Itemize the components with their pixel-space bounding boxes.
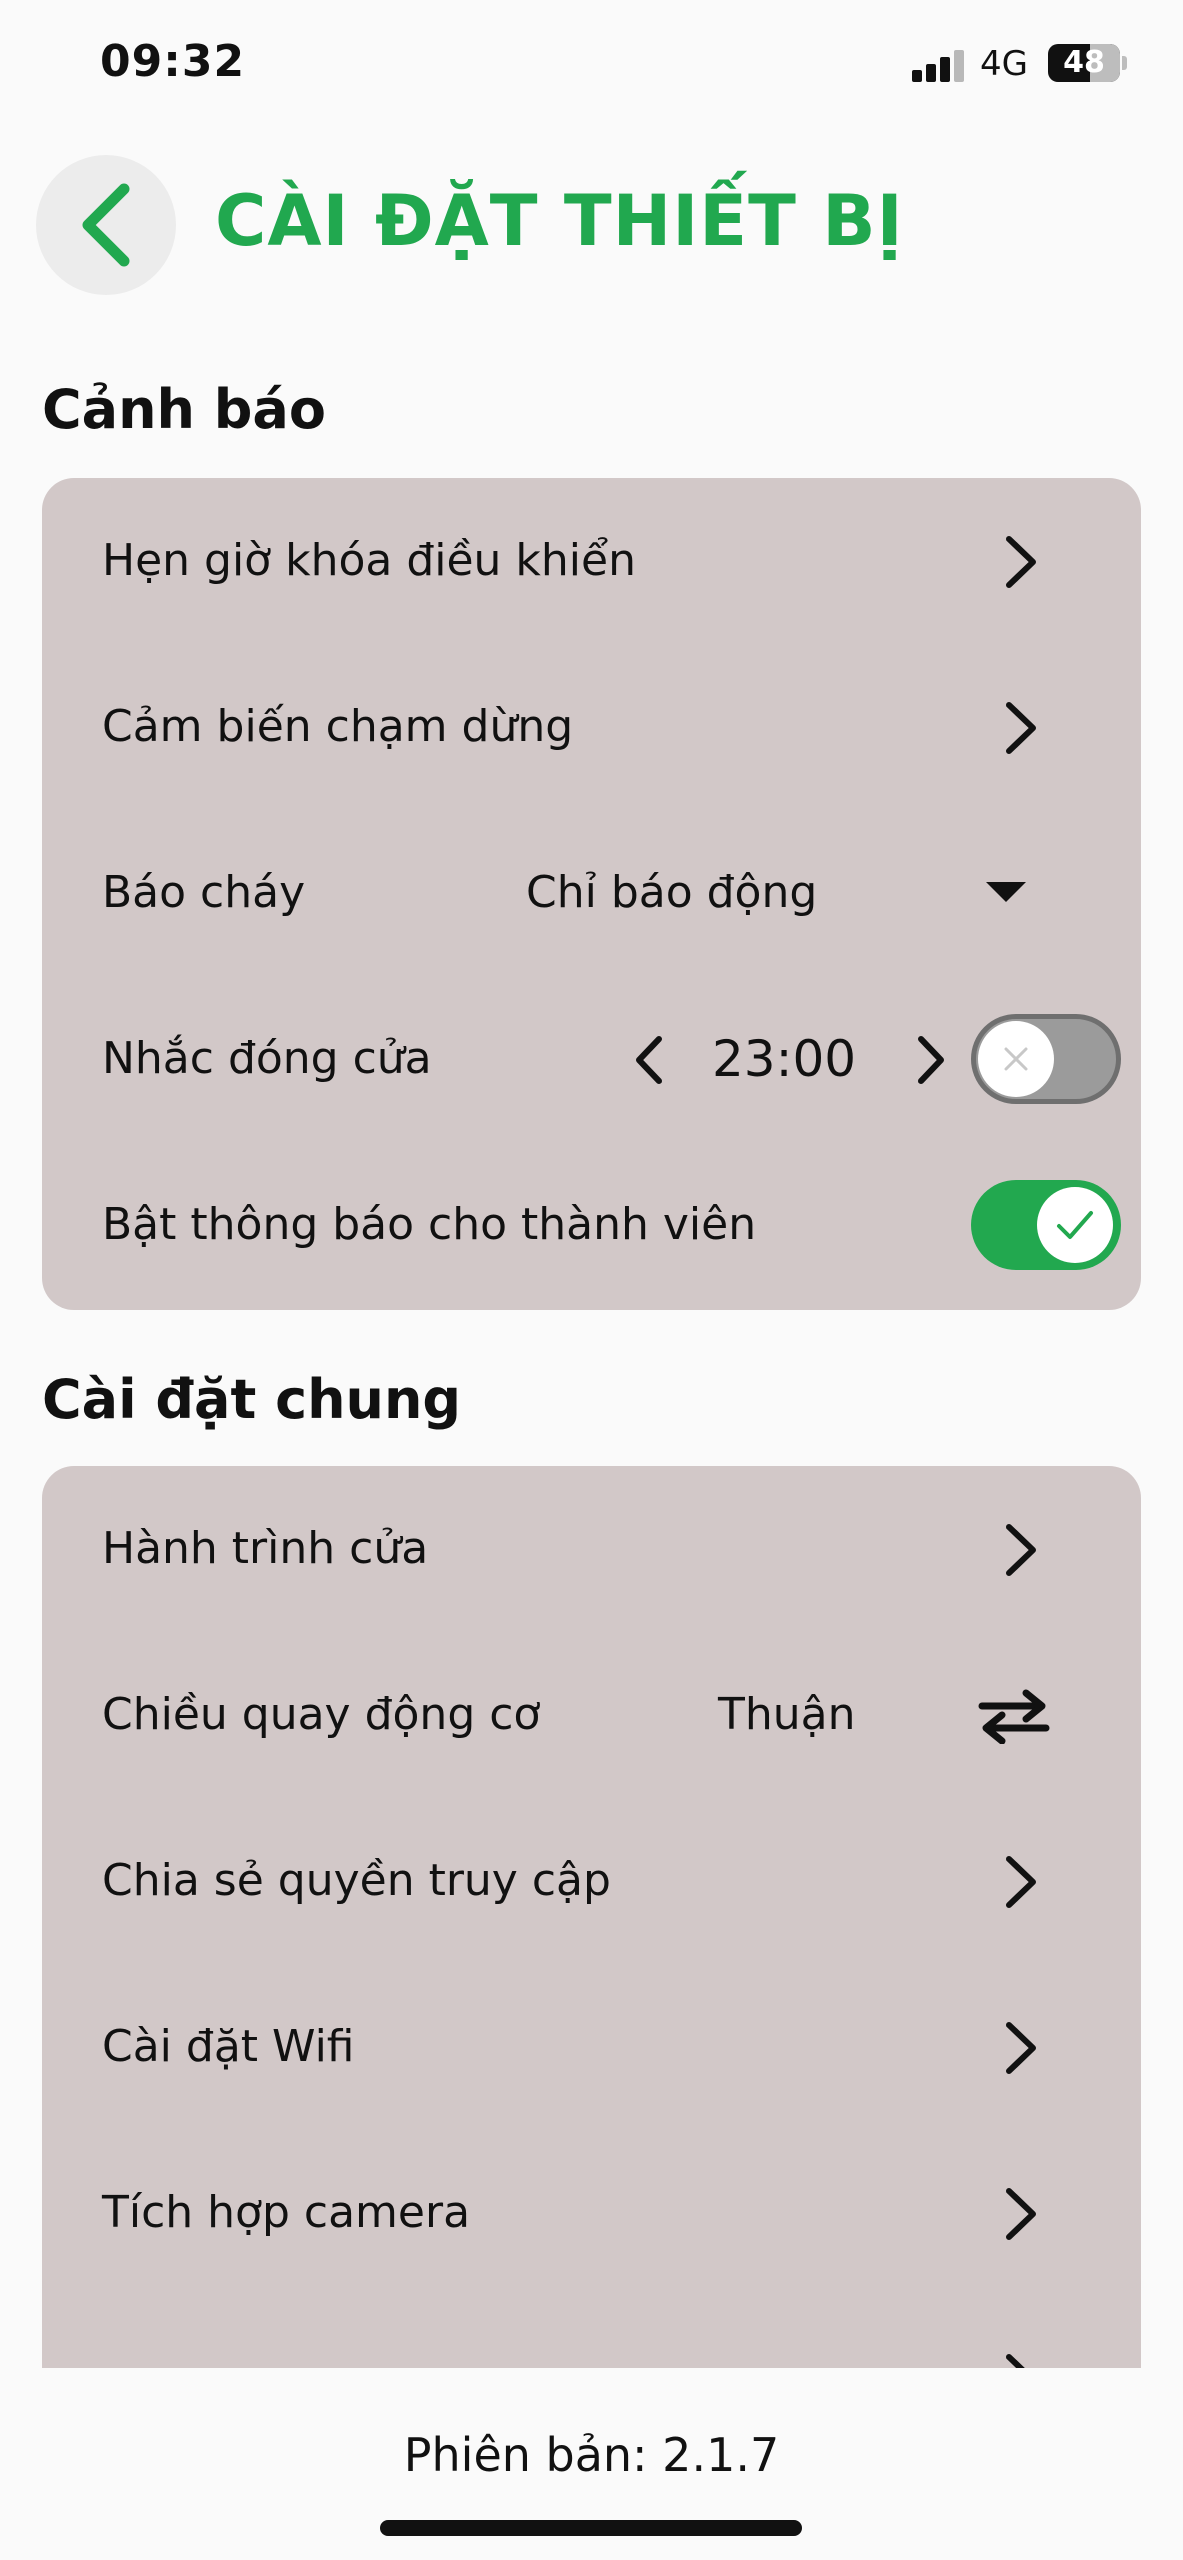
status-time: 09:32 (100, 36, 246, 87)
chevron-right-icon (1006, 536, 1036, 588)
close-icon (1004, 1047, 1028, 1071)
toggle-knob (978, 1021, 1054, 1097)
row-label: Hành trình cửa (102, 1523, 429, 1574)
row-fire-alarm: Báo cháy Chỉ báo động (42, 810, 1141, 976)
row-label: Hẹn giờ khóa điều khiển (102, 535, 636, 586)
time-increase-chevron-icon[interactable] (914, 1034, 948, 1086)
battery-level: 48 (1063, 45, 1105, 80)
check-icon (1057, 1211, 1093, 1239)
chevron-left-icon (82, 183, 130, 267)
section-title-general: Cài đặt chung (42, 1368, 462, 1431)
chevron-right-icon (1006, 2188, 1036, 2240)
row-label: Nhắc đóng cửa (102, 1033, 432, 1084)
signal-icon (912, 48, 964, 82)
row-label: Bật thông báo cho thành viên (102, 1199, 757, 1250)
chevron-right-icon (1006, 2022, 1036, 2074)
door-reminder-toggle[interactable] (971, 1014, 1121, 1104)
status-bar: 09:32 4G 48 (0, 0, 1183, 130)
row-control-lock-timer[interactable]: Hẹn giờ khóa điều khiển (42, 478, 1141, 644)
page-title: CÀI ĐẶT THIẾT BỊ (215, 180, 904, 262)
general-card: Hành trình cửa Chiều quay động cơ Thuận … (42, 1466, 1141, 2466)
row-member-notifications: Bật thông báo cho thành viên (42, 1142, 1141, 1308)
row-label: Tích hợp camera (102, 2187, 471, 2238)
chevron-right-icon (1006, 1856, 1036, 1908)
toggle-knob (1037, 1187, 1113, 1263)
row-label: Báo cháy (102, 867, 306, 918)
member-notifications-toggle[interactable] (971, 1180, 1121, 1270)
home-indicator[interactable] (380, 2520, 802, 2536)
row-door-travel[interactable]: Hành trình cửa (42, 1466, 1141, 1632)
back-button[interactable] (36, 155, 176, 295)
section-title-alerts: Cảnh báo (42, 378, 326, 441)
battery-cap (1122, 56, 1127, 70)
motor-direction-value: Thuận (718, 1689, 856, 1740)
app-version: Phiên bản: 2.1.7 (403, 2428, 780, 2482)
battery-icon: 48 (1048, 44, 1120, 82)
chevron-right-icon (1006, 1524, 1036, 1576)
row-label: Cảm biến chạm dừng (102, 701, 574, 752)
row-touch-stop-sensor[interactable]: Cảm biến chạm dừng (42, 644, 1141, 810)
row-share-access[interactable]: Chia sẻ quyền truy cập (42, 1798, 1141, 1964)
reminder-time: 23:00 (712, 1030, 857, 1088)
row-motor-direction: Chiều quay động cơ Thuận (42, 1632, 1141, 1798)
network-type: 4G (980, 44, 1028, 84)
time-decrease-chevron-icon[interactable] (632, 1034, 666, 1086)
row-camera-integration[interactable]: Tích hợp camera (42, 2130, 1141, 2296)
row-label: Cài đặt Wifi (102, 2021, 355, 2072)
device-settings-screen: 09:32 4G 48 CÀI ĐẶT THIẾT BỊ Cảnh báo Hẹ… (0, 0, 1183, 2560)
row-label: Chiều quay động cơ (102, 1689, 541, 1740)
swap-arrows-icon[interactable] (976, 1688, 1052, 1744)
row-label: Chia sẻ quyền truy cập (102, 1855, 611, 1906)
row-door-close-reminder: Nhắc đóng cửa 23:00 (42, 976, 1141, 1142)
chevron-right-icon (1006, 702, 1036, 754)
alerts-card: Hẹn giờ khóa điều khiển Cảm biến chạm dừ… (42, 478, 1141, 1310)
caret-down-icon[interactable] (986, 882, 1026, 902)
row-wifi-settings[interactable]: Cài đặt Wifi (42, 1964, 1141, 2130)
fire-alarm-select[interactable]: Chỉ báo động (526, 810, 817, 976)
